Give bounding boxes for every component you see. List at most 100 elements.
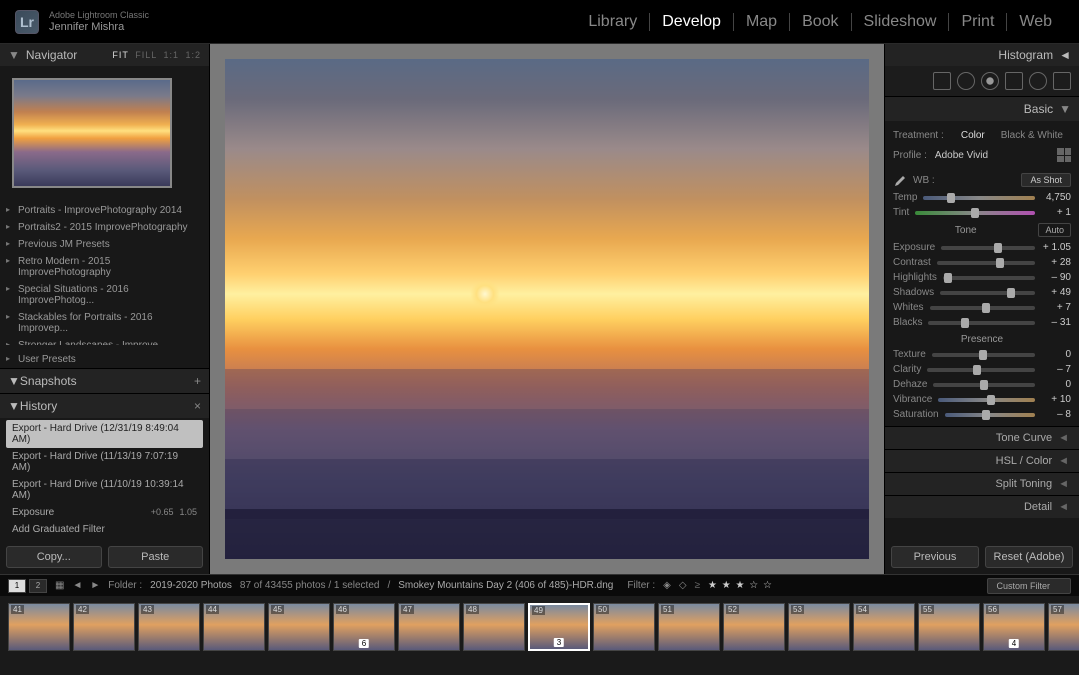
image-canvas[interactable] — [210, 44, 884, 574]
paste-button[interactable]: Paste — [108, 546, 204, 568]
shadows-slider[interactable] — [940, 291, 1035, 295]
grid-icon[interactable] — [1057, 148, 1071, 162]
contrast-value[interactable]: + 28 — [1041, 257, 1071, 268]
flag-rejected-icon[interactable]: ◇ — [679, 580, 687, 591]
navigator-header[interactable]: ▼ Navigator FIT FILL 1:1 1:2 — [0, 44, 209, 66]
user-presets[interactable]: User Presets — [0, 351, 209, 368]
highlights-slider[interactable] — [943, 276, 1035, 280]
thumbnail[interactable]: 57 — [1048, 603, 1079, 651]
temp-value[interactable]: 4,750 — [1041, 192, 1071, 203]
graduated-filter-icon[interactable] — [1005, 72, 1023, 90]
preset-folder[interactable]: Stackables for Portraits - 2016 Improvep… — [0, 309, 209, 337]
clarity-value[interactable]: – 7 — [1041, 364, 1071, 375]
thumbnail[interactable]: 52 — [723, 603, 785, 651]
module-web[interactable]: Web — [1007, 13, 1064, 31]
thumbnail[interactable]: 54 — [853, 603, 915, 651]
highlights-value[interactable]: – 90 — [1041, 272, 1071, 283]
shadows-value[interactable]: + 49 — [1041, 287, 1071, 298]
nav-fill[interactable]: FILL — [135, 50, 157, 60]
grid-view-icon[interactable]: ▦ — [55, 580, 64, 591]
preset-folder[interactable]: Special Situations - 2016 ImprovePhotog.… — [0, 281, 209, 309]
exposure-value[interactable]: + 1.05 — [1041, 242, 1071, 253]
preset-folder[interactable]: Portraits - ImprovePhotography 2014 — [0, 202, 209, 219]
crop-tool-icon[interactable] — [933, 72, 951, 90]
navigator-preview[interactable] — [12, 78, 172, 188]
thumbnail[interactable]: 50 — [593, 603, 655, 651]
saturation-slider[interactable] — [945, 413, 1035, 417]
texture-slider[interactable] — [932, 353, 1035, 357]
thumbnail[interactable]: 51 — [658, 603, 720, 651]
texture-value[interactable]: 0 — [1041, 349, 1071, 360]
basic-panel-header[interactable]: Basic ▼ — [885, 97, 1079, 121]
auto-button[interactable]: Auto — [1038, 223, 1071, 237]
flag-picked-icon[interactable]: ◈ — [663, 580, 671, 591]
thumbnail[interactable]: 53 — [788, 603, 850, 651]
wb-dropdown[interactable]: As Shot — [1021, 173, 1071, 187]
tint-value[interactable]: + 1 — [1041, 207, 1071, 218]
temp-slider[interactable] — [923, 196, 1035, 200]
thumbnail[interactable]: 42 — [73, 603, 135, 651]
vibrance-slider[interactable] — [938, 398, 1035, 402]
panel-hsl-color[interactable]: HSL / Color ◄ — [885, 449, 1079, 472]
preset-folder[interactable]: Retro Modern - 2015 ImprovePhotography — [0, 253, 209, 281]
nav-1to1[interactable]: 1:1 — [163, 50, 179, 60]
history-item[interactable]: Export - Hard Drive (11/10/19 10:39:14 A… — [6, 476, 203, 504]
profile-value[interactable]: Adobe Vivid — [935, 150, 988, 161]
back-icon[interactable]: ◄ — [72, 580, 82, 591]
page-2[interactable]: 2 — [29, 579, 47, 593]
module-print[interactable]: Print — [949, 13, 1007, 31]
thumbnail[interactable]: 41 — [8, 603, 70, 651]
module-slideshow[interactable]: Slideshow — [852, 13, 950, 31]
star-filter[interactable]: ★ ★ ★ ☆ ☆ — [708, 580, 773, 591]
blacks-slider[interactable] — [928, 321, 1035, 325]
dehaze-slider[interactable] — [933, 383, 1035, 387]
folder-name[interactable]: 2019-2020 Photos — [150, 580, 232, 591]
dehaze-value[interactable]: 0 — [1041, 379, 1071, 390]
custom-filter-dropdown[interactable]: Custom Filter — [987, 578, 1071, 594]
copy-button[interactable]: Copy... — [6, 546, 102, 568]
module-develop[interactable]: Develop — [650, 13, 734, 31]
thumbnail[interactable]: 44 — [203, 603, 265, 651]
history-header[interactable]: ▼ History × — [0, 393, 209, 418]
thumbnail[interactable]: 493 — [528, 603, 590, 651]
history-item[interactable]: Exposure+0.651.05 — [6, 504, 203, 521]
whites-value[interactable]: + 7 — [1041, 302, 1071, 313]
vibrance-value[interactable]: + 10 — [1041, 394, 1071, 405]
filmstrip[interactable]: 4142434445466474849350515253545556457 — [0, 596, 1079, 658]
preset-folder[interactable]: Previous JM Presets — [0, 236, 209, 253]
module-map[interactable]: Map — [734, 13, 790, 31]
thumbnail[interactable]: 48 — [463, 603, 525, 651]
preset-folder[interactable]: Stronger Landscapes - Improve Photogr... — [0, 337, 209, 345]
reset-button[interactable]: Reset (Adobe) — [985, 546, 1073, 568]
treatment-color[interactable]: Color — [953, 128, 993, 143]
preset-folder[interactable]: Portraits2 - 2015 ImprovePhotography — [0, 219, 209, 236]
history-item[interactable]: Export - Hard Drive (12/31/19 8:49:04 AM… — [6, 420, 203, 448]
history-item[interactable]: Export - Hard Drive (11/13/19 7:07:19 AM… — [6, 448, 203, 476]
radial-filter-icon[interactable] — [1029, 72, 1047, 90]
histogram-header[interactable]: Histogram ◄ — [885, 44, 1079, 66]
nav-1to2[interactable]: 1:2 — [185, 50, 201, 60]
saturation-value[interactable]: – 8 — [1041, 409, 1071, 420]
thumbnail[interactable]: 466 — [333, 603, 395, 651]
thumbnail[interactable]: 47 — [398, 603, 460, 651]
navigator-modes[interactable]: FIT FILL 1:1 1:2 — [109, 50, 201, 60]
clarity-slider[interactable] — [927, 368, 1035, 372]
module-library[interactable]: Library — [576, 13, 650, 31]
brush-tool-icon[interactable] — [1053, 72, 1071, 90]
page-1[interactable]: 1 — [8, 579, 26, 593]
history-item[interactable]: Add Graduated Filter — [6, 521, 203, 538]
blacks-value[interactable]: – 31 — [1041, 317, 1071, 328]
panel-tone-curve[interactable]: Tone Curve ◄ — [885, 426, 1079, 449]
nav-fit[interactable]: FIT — [112, 50, 128, 60]
plus-icon[interactable]: + — [194, 374, 201, 388]
tint-slider[interactable] — [915, 211, 1035, 215]
close-icon[interactable]: × — [194, 399, 201, 413]
contrast-slider[interactable] — [937, 261, 1035, 265]
thumbnail[interactable]: 45 — [268, 603, 330, 651]
treatment-bw[interactable]: Black & White — [993, 128, 1071, 143]
exposure-slider[interactable] — [941, 246, 1035, 250]
snapshots-header[interactable]: ▼ Snapshots + — [0, 368, 209, 393]
panel-detail[interactable]: Detail ◄ — [885, 495, 1079, 518]
module-book[interactable]: Book — [790, 13, 851, 31]
spot-removal-icon[interactable] — [957, 72, 975, 90]
